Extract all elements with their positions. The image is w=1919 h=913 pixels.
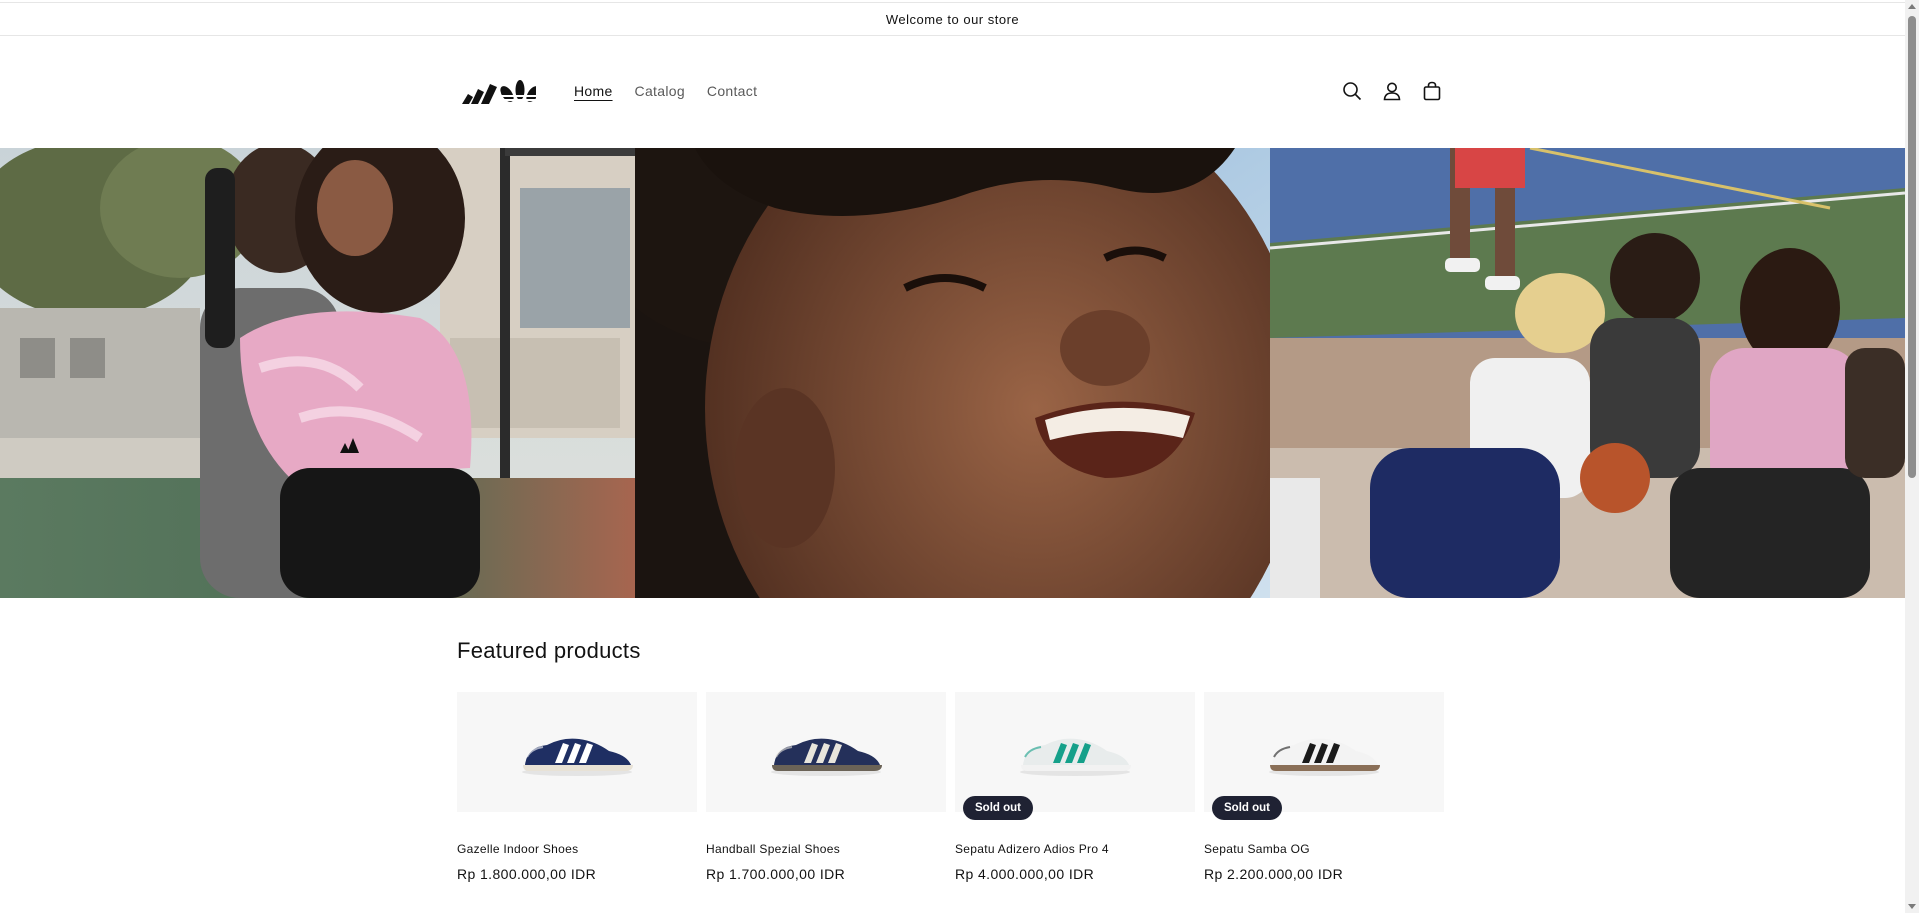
account-icon[interactable]: [1380, 79, 1404, 103]
scroll-up-arrow[interactable]: [1908, 4, 1916, 9]
sold-out-badge: Sold out: [963, 796, 1033, 820]
nav-catalog[interactable]: Catalog: [635, 83, 685, 99]
sold-out-badge: Sold out: [1212, 796, 1282, 820]
featured-products-title: Featured products: [457, 638, 641, 663]
hero-banner: [0, 148, 1905, 598]
product-name[interactable]: Handball Spezial Shoes: [706, 842, 946, 856]
product-card[interactable]: Gazelle Indoor Shoes Rp 1.800.000,00 IDR: [457, 692, 697, 882]
hero-image-center: [635, 148, 1270, 598]
product-image[interactable]: Sold out: [1204, 692, 1444, 820]
product-image[interactable]: [457, 692, 697, 812]
hero-image-left: [0, 148, 635, 598]
hero-image-right: [1270, 148, 1905, 598]
product-image[interactable]: Sold out: [955, 692, 1195, 820]
product-card[interactable]: Sold out Sepatu Adizero Adios Pro 4 Rp 4…: [955, 692, 1195, 882]
nav-home[interactable]: Home: [574, 83, 613, 99]
site-header: Home Catalog Contact: [0, 36, 1905, 148]
scrollbar-thumb[interactable]: [1908, 16, 1916, 478]
product-image[interactable]: [706, 692, 946, 812]
page: Welcome to our store Home Catalog Contac…: [0, 0, 1905, 913]
product-name[interactable]: Sepatu Samba OG: [1204, 842, 1444, 856]
announcement-bar: Welcome to our store: [0, 2, 1905, 36]
product-price: Rp 4.000.000,00 IDR: [955, 866, 1095, 882]
product-price: Rp 2.200.000,00 IDR: [1204, 866, 1344, 882]
product-name[interactable]: Sepatu Adizero Adios Pro 4: [955, 842, 1195, 856]
adidas-logo[interactable]: [460, 78, 540, 106]
cart-icon[interactable]: [1420, 79, 1444, 103]
product-card[interactable]: Sold out Sepatu Samba OG Rp 2.200.000,00…: [1204, 692, 1444, 882]
search-icon[interactable]: [1340, 79, 1364, 103]
product-price: Rp 1.800.000,00 IDR: [457, 866, 597, 882]
announcement-text: Welcome to our store: [885, 11, 1020, 27]
header-icons: [1340, 79, 1444, 103]
product-grid: Gazelle Indoor Shoes Rp 1.800.000,00 IDR…: [457, 692, 1444, 882]
page-scrollbar[interactable]: [1905, 0, 1919, 913]
product-name[interactable]: Gazelle Indoor Shoes: [457, 842, 697, 856]
nav-contact[interactable]: Contact: [707, 83, 757, 99]
main-nav: Home Catalog Contact: [574, 83, 757, 99]
product-card[interactable]: Handball Spezial Shoes Rp 1.700.000,00 I…: [706, 692, 946, 882]
scroll-down-arrow[interactable]: [1908, 904, 1916, 909]
product-price: Rp 1.700.000,00 IDR: [706, 866, 846, 882]
